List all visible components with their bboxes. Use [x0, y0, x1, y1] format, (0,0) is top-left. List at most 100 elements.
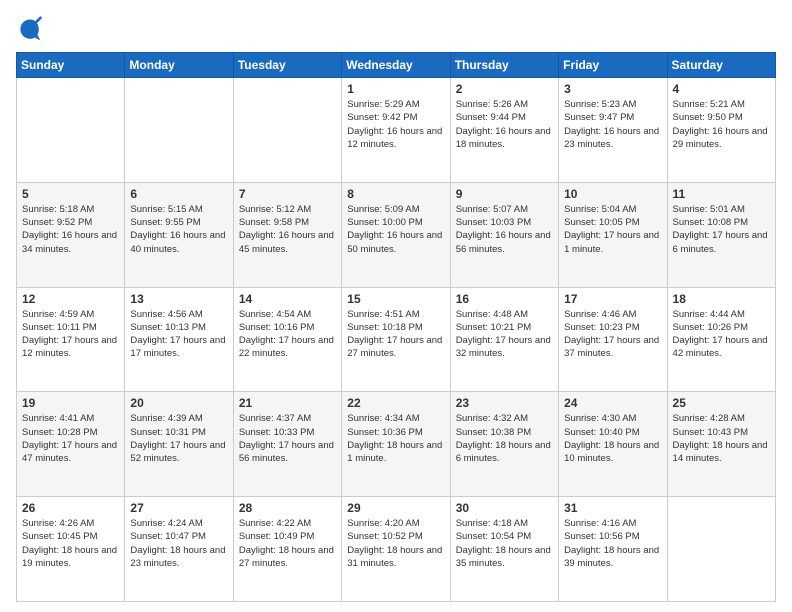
day-info: Sunrise: 5:21 AM Sunset: 9:50 PM Dayligh…: [673, 98, 770, 151]
calendar-header: SundayMondayTuesdayWednesdayThursdayFrid…: [17, 53, 776, 78]
day-info: Sunrise: 4:18 AM Sunset: 10:54 PM Daylig…: [456, 517, 553, 570]
day-info: Sunrise: 5:01 AM Sunset: 10:08 PM Daylig…: [673, 203, 770, 256]
day-info: Sunrise: 5:04 AM Sunset: 10:05 PM Daylig…: [564, 203, 661, 256]
day-info: Sunrise: 4:37 AM Sunset: 10:33 PM Daylig…: [239, 412, 336, 465]
calendar-cell: [667, 497, 775, 602]
day-info: Sunrise: 4:16 AM Sunset: 10:56 PM Daylig…: [564, 517, 661, 570]
day-number: 9: [456, 187, 553, 201]
day-info: Sunrise: 5:29 AM Sunset: 9:42 PM Dayligh…: [347, 98, 444, 151]
calendar-cell: 6 Sunrise: 5:15 AM Sunset: 9:55 PM Daylig…: [125, 182, 233, 287]
calendar-cell: 25 Sunrise: 4:28 AM Sunset: 10:43 PM Dayl…: [667, 392, 775, 497]
day-number: 2: [456, 82, 553, 96]
day-info: Sunrise: 5:15 AM Sunset: 9:55 PM Dayligh…: [130, 203, 227, 256]
calendar-cell: 31 Sunrise: 4:16 AM Sunset: 10:56 PM Dayl…: [559, 497, 667, 602]
day-number: 18: [673, 292, 770, 306]
day-info: Sunrise: 4:59 AM Sunset: 10:11 PM Daylig…: [22, 308, 119, 361]
calendar-cell: 13Sunrise: 4:56 AM Sunset: 10:13 PM Dayl…: [125, 287, 233, 392]
weekday-header-sunday: Sunday: [17, 53, 125, 78]
calendar-cell: 24Sunrise: 4:30 AM Sunset: 10:40 PM Dayl…: [559, 392, 667, 497]
day-number: 25: [673, 396, 770, 410]
day-number: 7: [239, 187, 336, 201]
weekday-header-wednesday: Wednesday: [342, 53, 450, 78]
day-number: 22: [347, 396, 444, 410]
calendar-week-row: 19Sunrise: 4:41 AM Sunset: 10:28 PM Dayl…: [17, 392, 776, 497]
day-info: Sunrise: 5:23 AM Sunset: 9:47 PM Dayligh…: [564, 98, 661, 151]
day-number: 4: [673, 82, 770, 96]
logo: [16, 16, 48, 44]
day-info: Sunrise: 4:30 AM Sunset: 10:40 PM Daylig…: [564, 412, 661, 465]
day-info: Sunrise: 5:26 AM Sunset: 9:44 PM Dayligh…: [456, 98, 553, 151]
page: SundayMondayTuesdayWednesdayThursdayFrid…: [0, 0, 792, 612]
day-number: 6: [130, 187, 227, 201]
day-info: Sunrise: 4:32 AM Sunset: 10:38 PM Daylig…: [456, 412, 553, 465]
day-number: 29: [347, 501, 444, 515]
calendar-cell: 1 Sunrise: 5:29 AM Sunset: 9:42 PM Daylig…: [342, 78, 450, 183]
calendar-cell: 29 Sunrise: 4:20 AM Sunset: 10:52 PM Dayl…: [342, 497, 450, 602]
day-info: Sunrise: 4:28 AM Sunset: 10:43 PM Daylig…: [673, 412, 770, 465]
calendar-cell: 8 Sunrise: 5:09 AM Sunset: 10:00 PM Dayli…: [342, 182, 450, 287]
calendar-cell: [125, 78, 233, 183]
day-number: 14: [239, 292, 336, 306]
calendar-cell: 7 Sunrise: 5:12 AM Sunset: 9:58 PM Daylig…: [233, 182, 341, 287]
day-info: Sunrise: 4:44 AM Sunset: 10:26 PM Daylig…: [673, 308, 770, 361]
calendar-cell: 11Sunrise: 5:01 AM Sunset: 10:08 PM Dayl…: [667, 182, 775, 287]
day-number: 26: [22, 501, 119, 515]
day-info: Sunrise: 4:48 AM Sunset: 10:21 PM Daylig…: [456, 308, 553, 361]
day-number: 20: [130, 396, 227, 410]
calendar-cell: 23 Sunrise: 4:32 AM Sunset: 10:38 PM Dayl…: [450, 392, 558, 497]
day-number: 12: [22, 292, 119, 306]
calendar-cell: 10 Sunrise: 5:04 AM Sunset: 10:05 PM Dayl…: [559, 182, 667, 287]
calendar-cell: 30 Sunrise: 4:18 AM Sunset: 10:54 PM Dayl…: [450, 497, 558, 602]
calendar-cell: 3 Sunrise: 5:23 AM Sunset: 9:47 PM Daylig…: [559, 78, 667, 183]
day-info: Sunrise: 4:34 AM Sunset: 10:36 PM Daylig…: [347, 412, 444, 465]
day-info: Sunrise: 5:09 AM Sunset: 10:00 PM Daylig…: [347, 203, 444, 256]
weekday-header-tuesday: Tuesday: [233, 53, 341, 78]
weekday-header-saturday: Saturday: [667, 53, 775, 78]
day-number: 17: [564, 292, 661, 306]
calendar-cell: [17, 78, 125, 183]
day-number: 21: [239, 396, 336, 410]
day-number: 30: [456, 501, 553, 515]
calendar-week-row: 12 Sunrise: 4:59 AM Sunset: 10:11 PM Dayl…: [17, 287, 776, 392]
weekday-header-row: SundayMondayTuesdayWednesdayThursdayFrid…: [17, 53, 776, 78]
calendar-cell: 2 Sunrise: 5:26 AM Sunset: 9:44 PM Daylig…: [450, 78, 558, 183]
day-info: Sunrise: 4:20 AM Sunset: 10:52 PM Daylig…: [347, 517, 444, 570]
weekday-header-thursday: Thursday: [450, 53, 558, 78]
calendar-cell: 16 Sunrise: 4:48 AM Sunset: 10:21 PM Dayl…: [450, 287, 558, 392]
weekday-header-friday: Friday: [559, 53, 667, 78]
day-info: Sunrise: 4:54 AM Sunset: 10:16 PM Daylig…: [239, 308, 336, 361]
calendar-cell: 21 Sunrise: 4:37 AM Sunset: 10:33 PM Dayl…: [233, 392, 341, 497]
day-info: Sunrise: 4:22 AM Sunset: 10:49 PM Daylig…: [239, 517, 336, 570]
day-number: 28: [239, 501, 336, 515]
calendar-cell: 18 Sunrise: 4:44 AM Sunset: 10:26 PM Dayl…: [667, 287, 775, 392]
calendar-cell: 27 Sunrise: 4:24 AM Sunset: 10:47 PM Dayl…: [125, 497, 233, 602]
day-info: Sunrise: 4:41 AM Sunset: 10:28 PM Daylig…: [22, 412, 119, 465]
calendar-cell: 14 Sunrise: 4:54 AM Sunset: 10:16 PM Dayl…: [233, 287, 341, 392]
day-number: 16: [456, 292, 553, 306]
logo-icon: [16, 16, 44, 44]
day-info: Sunrise: 4:56 AM Sunset: 10:13 PM Daylig…: [130, 308, 227, 361]
day-number: 31: [564, 501, 661, 515]
calendar-cell: 4 Sunrise: 5:21 AM Sunset: 9:50 PM Daylig…: [667, 78, 775, 183]
day-info: Sunrise: 5:12 AM Sunset: 9:58 PM Dayligh…: [239, 203, 336, 256]
day-number: 3: [564, 82, 661, 96]
calendar-week-row: 5Sunrise: 5:18 AM Sunset: 9:52 PM Daylig…: [17, 182, 776, 287]
calendar-cell: 20 Sunrise: 4:39 AM Sunset: 10:31 PM Dayl…: [125, 392, 233, 497]
calendar-cell: 19Sunrise: 4:41 AM Sunset: 10:28 PM Dayl…: [17, 392, 125, 497]
day-info: Sunrise: 4:39 AM Sunset: 10:31 PM Daylig…: [130, 412, 227, 465]
calendar-cell: 26Sunrise: 4:26 AM Sunset: 10:45 PM Dayl…: [17, 497, 125, 602]
day-number: 10: [564, 187, 661, 201]
calendar-cell: 22 Sunrise: 4:34 AM Sunset: 10:36 PM Dayl…: [342, 392, 450, 497]
day-number: 8: [347, 187, 444, 201]
day-number: 1: [347, 82, 444, 96]
calendar-cell: [233, 78, 341, 183]
day-info: Sunrise: 4:51 AM Sunset: 10:18 PM Daylig…: [347, 308, 444, 361]
day-number: 15: [347, 292, 444, 306]
day-number: 27: [130, 501, 227, 515]
weekday-header-monday: Monday: [125, 53, 233, 78]
calendar-cell: 15 Sunrise: 4:51 AM Sunset: 10:18 PM Dayl…: [342, 287, 450, 392]
day-number: 23: [456, 396, 553, 410]
day-info: Sunrise: 5:07 AM Sunset: 10:03 PM Daylig…: [456, 203, 553, 256]
calendar-cell: 17Sunrise: 4:46 AM Sunset: 10:23 PM Dayl…: [559, 287, 667, 392]
day-info: Sunrise: 4:24 AM Sunset: 10:47 PM Daylig…: [130, 517, 227, 570]
